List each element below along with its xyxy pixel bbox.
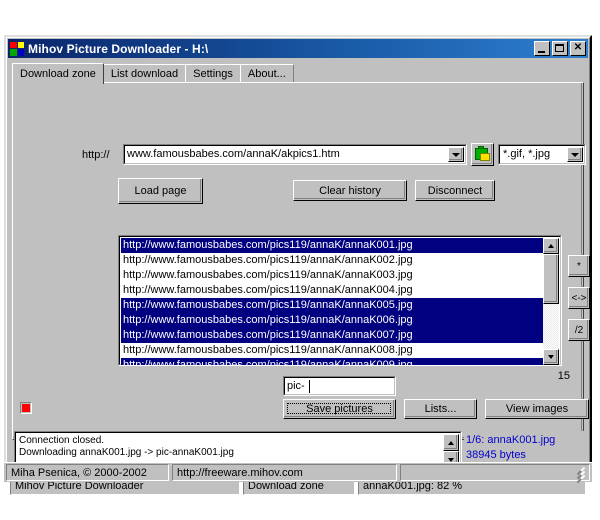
list-item[interactable]: http://www.famousbabes.com/pics119/annaK…: [121, 268, 545, 283]
file-filter-input[interactable]: *.gif, *.jpg: [498, 144, 586, 165]
chevron-down-icon: [452, 152, 460, 157]
item-count: 15: [557, 370, 570, 382]
progress-current-file: 1/6: annaK001.jpg: [466, 434, 556, 446]
lists-label: Lists...: [424, 403, 457, 415]
log-line: Connection closed.: [19, 435, 105, 446]
application-window: Mihov Picture Downloader - H:\ ✕ Downloa…: [4, 35, 592, 495]
close-icon: ✕: [573, 42, 583, 53]
load-page-button[interactable]: Load page: [118, 178, 203, 204]
save-pictures-label: Save pictures: [306, 403, 373, 415]
list-item[interactable]: http://www.famousbabes.com/pics119/annaK…: [121, 253, 545, 268]
chevron-down-icon: [571, 152, 579, 157]
outer-empty-cell: [400, 464, 590, 481]
protocol-label: http://: [82, 149, 110, 161]
prefix-input[interactable]: pic-: [283, 376, 396, 396]
list-item[interactable]: http://www.famousbabes.com/pics119/annaK…: [121, 283, 545, 298]
title-bar-buttons: ✕: [534, 41, 586, 56]
clear-history-button[interactable]: Clear history: [293, 180, 407, 201]
resize-grip-icon[interactable]: [576, 466, 588, 484]
disconnect-label: Disconnect: [427, 184, 483, 197]
tab-label: Download zone: [20, 68, 96, 80]
window-title: Mihov Picture Downloader - H:\: [28, 41, 209, 56]
list-item[interactable]: http://www.famousbabes.com/pics119/annaK…: [121, 343, 545, 358]
clear-history-label: Clear history: [319, 184, 381, 197]
arrow-down-icon: [548, 355, 554, 359]
view-images-label: View images: [505, 403, 569, 415]
list-item[interactable]: http://www.famousbabes.com/pics119/annaK…: [121, 238, 545, 253]
list-item[interactable]: http://www.famousbabes.com/pics119/annaK…: [121, 313, 545, 328]
load-page-label: Load page: [134, 185, 187, 197]
tab-settings[interactable]: Settings: [185, 64, 241, 83]
log-lines: Connection closed. Downloading annaK001.…: [19, 435, 234, 459]
url-value: www.famousbabes.com/annaK/akpics1.htm: [127, 148, 340, 160]
url-dropdown-button[interactable]: [448, 147, 464, 162]
invert-selection-button[interactable]: <->: [568, 287, 590, 309]
progress-bytes: 38945 bytes: [466, 449, 526, 461]
list-item[interactable]: http://www.famousbabes.com/pics119/annaK…: [121, 328, 545, 343]
select-all-label: *: [577, 260, 581, 272]
log-scroll-up-button[interactable]: [443, 434, 459, 451]
url-input[interactable]: www.famousbabes.com/annaK/akpics1.htm: [123, 144, 467, 165]
text-caret: [309, 380, 310, 393]
scroll-up-button[interactable]: [543, 238, 559, 254]
lists-button[interactable]: Lists...: [404, 399, 477, 419]
tab-label: Settings: [193, 68, 233, 80]
website-link[interactable]: http://freeware.mihov.com: [172, 464, 397, 481]
list-item[interactable]: http://www.famousbabes.com/pics119/annaK…: [121, 358, 545, 365]
title-bar[interactable]: Mihov Picture Downloader - H:\ ✕: [8, 39, 588, 58]
busy-indicator: [20, 402, 32, 414]
tab-strip: Download zone List download Settings Abo…: [12, 63, 584, 84]
tab-label: List download: [110, 68, 179, 80]
url-list-box[interactable]: http://www.famousbabes.com/pics119/annaK…: [118, 235, 562, 366]
select-half-button[interactable]: /2: [568, 319, 590, 341]
scroll-down-button[interactable]: [543, 349, 559, 365]
scrollbar-track[interactable]: [543, 254, 559, 349]
list-item[interactable]: http://www.famousbabes.com/pics119/annaK…: [121, 298, 545, 313]
select-half-label: /2: [574, 324, 584, 336]
folder-icon: [474, 145, 491, 162]
list-scrollbar[interactable]: [543, 238, 559, 365]
log-line: Downloading annaK001.jpg -> pic-annaK001…: [19, 447, 234, 458]
maximize-button[interactable]: [552, 41, 568, 56]
close-button[interactable]: ✕: [570, 41, 586, 56]
scrollbar-thumb[interactable]: [543, 254, 559, 304]
url-list-items: http://www.famousbabes.com/pics119/annaK…: [121, 238, 545, 365]
invert-selection-label: <->: [571, 292, 587, 304]
filter-value: *.gif, *.jpg: [503, 148, 551, 160]
select-all-button[interactable]: *: [568, 255, 590, 277]
disconnect-button[interactable]: Disconnect: [415, 180, 495, 201]
app-squares-icon: [10, 41, 24, 56]
filter-dropdown-button[interactable]: [567, 147, 583, 162]
save-pictures-button[interactable]: Save pictures: [283, 399, 396, 419]
tab-about[interactable]: About...: [239, 64, 294, 83]
progress-lines: 1/6: annaK001.jpg 38945 bytes: [466, 433, 555, 463]
browse-folder-button[interactable]: [471, 143, 494, 166]
tab-label: About...: [247, 68, 286, 80]
arrow-down-icon: [448, 457, 454, 462]
tab-download-zone[interactable]: Download zone: [12, 63, 104, 84]
prefix-value: pic-: [287, 380, 305, 392]
view-images-button[interactable]: View images: [485, 399, 589, 419]
tab-list-download[interactable]: List download: [102, 64, 187, 83]
copyright-label: Miha Psenica, © 2000-2002: [6, 464, 169, 481]
arrow-up-icon: [448, 440, 454, 445]
outer-status-bar: Miha Psenica, © 2000-2002 http://freewar…: [4, 462, 592, 484]
minimize-button[interactable]: [534, 41, 550, 56]
arrow-up-icon: [548, 244, 554, 248]
